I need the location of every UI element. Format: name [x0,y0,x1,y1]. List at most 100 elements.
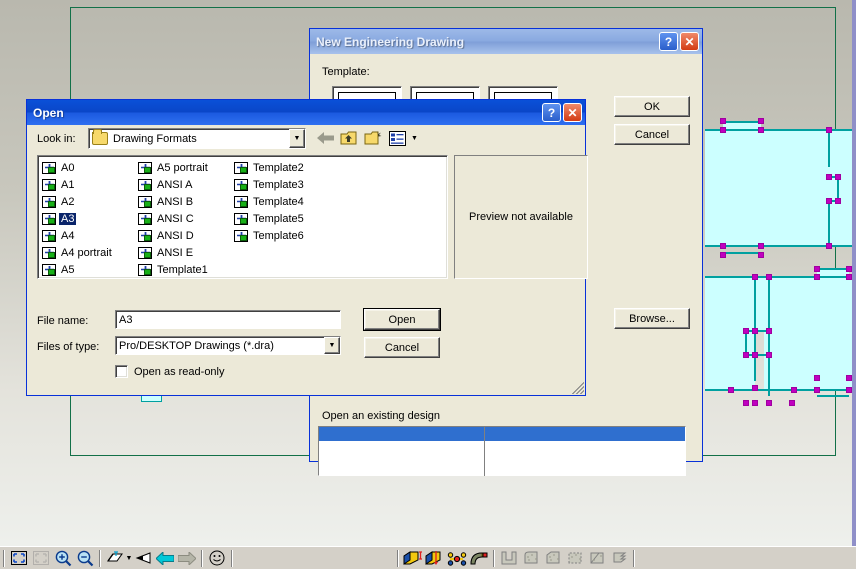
file-list-item[interactable]: Template3 [233,176,329,193]
file-list-item[interactable]: Template1 [137,261,233,278]
open-dialog[interactable]: Open ? ✕ Look in: Drawing Formats ▼ ▼ A0… [26,99,588,396]
vertex-handle[interactable] [766,400,772,406]
vertex-handle[interactable] [720,252,726,258]
vertex-handle[interactable] [814,266,820,272]
open-as-read-only-checkbox[interactable] [115,365,128,378]
shell-icon [498,548,520,568]
chevron-down-icon[interactable]: ▼ [324,337,340,354]
drawing-file-icon [234,229,248,242]
file-list-item-label: A5 [61,263,75,276]
open-existing-design-label[interactable]: Open an existing design [322,410,478,422]
vertex-handle[interactable] [826,243,832,249]
files-of-type-combobox[interactable]: Pro/DESKTOP Drawings (*.dra) ▼ [115,336,341,355]
extrude-icon[interactable] [402,548,424,568]
cancel-button[interactable]: Cancel [364,337,440,358]
new-folder-icon[interactable] [363,128,383,148]
zoom-fit-icon[interactable] [8,548,30,568]
vertex-handle[interactable] [789,400,795,406]
zoom-in-icon[interactable] [52,548,74,568]
file-list-item[interactable]: A1 [41,176,137,193]
vertex-handle[interactable] [758,127,764,133]
resize-grip[interactable] [570,380,584,394]
open-button[interactable]: Open [363,308,441,331]
ok-button[interactable]: OK [614,96,690,117]
vertex-handle[interactable] [758,118,764,124]
file-list-item[interactable]: ANSI A [137,176,233,193]
file-list-item[interactable]: A5 portrait [137,159,233,176]
help-icon[interactable]: ? [659,32,678,51]
chevron-down-icon[interactable]: ▼ [289,129,305,148]
toolbar-separator [231,549,233,567]
close-icon[interactable]: ✕ [680,32,699,51]
open-dialog-titlebar[interactable]: Open ? ✕ [27,100,585,125]
new-drawing-titlebar[interactable]: New Engineering Drawing ? ✕ [310,29,702,54]
file-list-item[interactable]: Template4 [233,193,329,210]
new-drawing-title: New Engineering Drawing [316,34,465,49]
file-list-item[interactable]: Template6 [233,227,329,244]
vertex-handle[interactable] [720,243,726,249]
vertex-handle[interactable] [758,243,764,249]
vertex-handle[interactable] [752,385,758,391]
browse-button[interactable]: Browse... [614,308,690,329]
vertex-handle[interactable] [752,400,758,406]
vertex-handle[interactable] [766,274,772,280]
vertex-handle[interactable] [791,387,797,393]
file-list-item[interactable]: A4 [41,227,137,244]
vertex-handle[interactable] [743,400,749,406]
vertex-handle[interactable] [743,328,749,334]
file-list-item[interactable]: A4 portrait [41,244,137,261]
open-as-read-only-row[interactable]: Open as read-only [115,365,225,378]
file-list-item[interactable]: Template2 [233,159,329,176]
vertex-handle[interactable] [743,352,749,358]
vertex-handle[interactable] [766,352,772,358]
vertex-handle[interactable] [728,387,734,393]
file-list-item[interactable]: A3 [41,210,137,227]
file-list-item[interactable]: ANSI B [137,193,233,210]
design-list-pane[interactable] [318,426,686,476]
vertex-handle[interactable] [826,198,832,204]
file-list[interactable]: A0 A1 A2 A3 A4 A4 portrait A5 A5 portrait ANSI A… [37,155,448,279]
vertex-handle[interactable] [766,328,772,334]
up-one-level-icon[interactable] [339,128,359,148]
view-plane-icon[interactable] [104,548,126,568]
smiley-icon[interactable] [206,548,228,568]
cancel-button[interactable]: Cancel [614,124,690,145]
sweep-icon[interactable] [446,548,468,568]
file-name-input[interactable]: A3 [115,310,341,329]
vertex-handle[interactable] [826,127,832,133]
revolve-icon[interactable] [424,548,446,568]
bottom-toolbar[interactable]: ▼ [0,546,856,569]
vertex-handle[interactable] [752,352,758,358]
back-arrow-icon[interactable] [315,128,335,148]
vertex-handle[interactable] [835,174,841,180]
zoom-out-icon[interactable] [74,548,96,568]
vertex-handle[interactable] [752,328,758,334]
file-list-item[interactable]: ANSI C [137,210,233,227]
views-dropdown-arrow-icon[interactable]: ▼ [411,135,418,142]
vertex-handle[interactable] [814,274,820,280]
view-direction-icon[interactable] [132,548,154,568]
loft-icon[interactable] [468,548,490,568]
canvas-vertical-scrollbar[interactable] [852,0,856,546]
open-dialog-nav-toolbar[interactable]: ▼ [315,128,418,148]
vertex-handle[interactable] [758,252,764,258]
help-icon[interactable]: ? [542,103,561,122]
back-arrow-icon[interactable] [154,548,176,568]
views-icon[interactable] [387,128,407,148]
files-of-type-value: Pro/DESKTOP Drawings (*.dra) [119,339,274,352]
file-list-item[interactable]: ANSI D [137,227,233,244]
vertex-handle[interactable] [814,387,820,393]
file-list-item[interactable]: Template5 [233,210,329,227]
vertex-handle[interactable] [752,274,758,280]
vertex-handle[interactable] [814,375,820,381]
vertex-handle[interactable] [720,127,726,133]
file-list-item[interactable]: A2 [41,193,137,210]
file-list-item[interactable]: A5 [41,261,137,278]
file-list-item[interactable]: ANSI E [137,244,233,261]
vertex-handle[interactable] [826,174,832,180]
close-icon[interactable]: ✕ [563,103,582,122]
vertex-handle[interactable] [835,198,841,204]
look-in-combobox[interactable]: Drawing Formats ▼ [88,128,306,149]
file-list-item[interactable]: A0 [41,159,137,176]
vertex-handle[interactable] [720,118,726,124]
